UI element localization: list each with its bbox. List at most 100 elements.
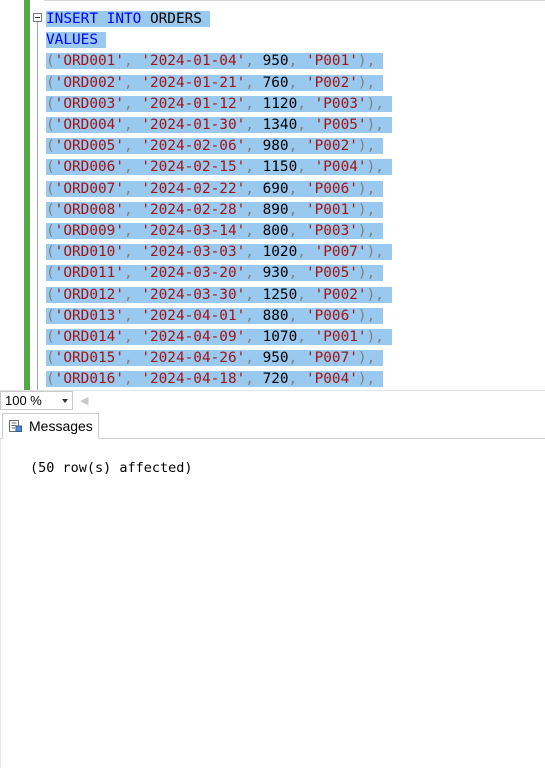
order-id-literal: 'ORD006' [54, 159, 124, 176]
order-date-literal: '2024-01-21' [141, 74, 246, 91]
product-id-literal: 'P001' [305, 53, 358, 70]
comma: , [123, 371, 142, 388]
selected-text: ('ORD003', '2024-01-12', 1120, 'P003'), [46, 95, 392, 112]
product-id-literal: 'P003' [305, 223, 358, 239]
tab-messages[interactable]: Messages [2, 413, 99, 439]
close-paren: ), [366, 159, 384, 176]
order-id-literal: 'ORD013' [54, 307, 124, 324]
code-line[interactable]: ('ORD004', '2024-01-30', 1340, 'P005'), [46, 115, 392, 136]
comma: , [245, 95, 263, 112]
comma: , [288, 265, 306, 282]
code-line[interactable]: ('ORD007', '2024-02-22', 690, 'P006'), [46, 179, 384, 200]
sql-keyword: VALUES [46, 32, 98, 49]
product-id-literal: 'P006' [305, 180, 358, 197]
order-date-literal: '2024-02-22' [141, 180, 246, 197]
comma: , [123, 244, 142, 261]
table-name: ORDERS [149, 11, 202, 27]
open-paren: ( [46, 307, 55, 324]
comma: , [288, 307, 306, 324]
code-line[interactable]: ('ORD010', '2024-03-03', 1020, 'P007'), [46, 242, 392, 263]
amount-literal: 1250 [262, 286, 298, 303]
zoom-dropdown[interactable]: 100 % [0, 391, 73, 410]
comma: , [245, 350, 263, 367]
close-paren: ), [357, 307, 376, 324]
results-left-border [0, 439, 1, 768]
amount-literal: 880 [262, 307, 289, 324]
selected-text: ('ORD012', '2024-03-30', 1250, 'P002'), [46, 286, 392, 303]
close-paren: ), [357, 138, 376, 155]
order-date-literal: '2024-03-03' [141, 244, 246, 261]
order-id-literal: 'ORD010' [54, 244, 124, 261]
code-line[interactable]: ('ORD014', '2024-04-09', 1070, 'P001'), [46, 327, 392, 348]
open-paren: ( [46, 117, 55, 133]
code-line[interactable]: ('ORD008', '2024-02-28', 890, 'P001'), [46, 200, 384, 221]
code-line[interactable]: ('ORD013', '2024-04-01', 880, 'P006'), [46, 306, 384, 327]
close-paren: ), [357, 371, 376, 388]
comma: , [123, 74, 142, 91]
product-id-literal: 'P001' [314, 329, 367, 345]
comma: , [297, 95, 315, 112]
open-paren: ( [46, 350, 55, 367]
close-paren: ), [357, 180, 376, 197]
open-paren: ( [46, 138, 55, 155]
comma: , [123, 265, 142, 282]
comma: , [297, 244, 315, 261]
comma: , [123, 180, 142, 197]
order-id-literal: 'ORD001' [54, 53, 124, 70]
sql-keyword: INSERT [46, 11, 98, 27]
amount-literal: 1150 [262, 159, 298, 176]
collapse-region-icon[interactable] [33, 13, 42, 22]
open-paren: ( [46, 95, 55, 112]
selected-text: ('ORD010', '2024-03-03', 1020, 'P007'), [46, 244, 392, 261]
close-paren: ), [357, 74, 376, 91]
product-id-literal: 'P004' [314, 159, 367, 176]
code-line[interactable]: ('ORD009', '2024-03-14', 800, 'P003'), [46, 221, 384, 242]
amount-literal: 720 [262, 371, 289, 388]
amount-literal: 800 [262, 223, 289, 239]
amount-literal: 890 [262, 201, 289, 218]
product-id-literal: 'P001' [305, 201, 358, 218]
code-line[interactable]: ('ORD005', '2024-02-06', 980, 'P002'), [46, 136, 384, 157]
comma: , [245, 159, 263, 176]
query-editor[interactable]: INSERT INTO ORDERS VALUES ('ORD001', '2024… [0, 0, 545, 390]
amount-literal: 760 [262, 74, 289, 91]
code-line[interactable]: ('ORD016', '2024-04-18', 720, 'P004'), [46, 369, 384, 390]
order-date-literal: '2024-01-12' [141, 95, 246, 112]
code-line[interactable]: ('ORD001', '2024-01-04', 950, 'P001'), [46, 51, 384, 72]
code-line[interactable]: ('ORD015', '2024-04-26', 950, 'P007'), [46, 348, 384, 369]
selected-text: ('ORD004', '2024-01-30', 1340, 'P005'), [46, 117, 392, 133]
close-paren: ), [366, 286, 384, 303]
order-id-literal: 'ORD007' [54, 180, 124, 197]
order-id-literal: 'ORD011' [54, 265, 124, 282]
product-id-literal: 'P004' [305, 371, 358, 388]
editor-top-border [0, 0, 545, 1]
sql-keyword: INTO [106, 11, 142, 27]
code-line[interactable]: ('ORD003', '2024-01-12', 1120, 'P003'), [46, 94, 392, 115]
order-id-literal: 'ORD005' [54, 138, 124, 155]
code-line[interactable]: ('ORD002', '2024-01-21', 760, 'P002'), [46, 73, 384, 94]
code-line[interactable]: ('ORD012', '2024-03-30', 1250, 'P002'), [46, 285, 392, 306]
amount-literal: 1020 [262, 244, 298, 261]
selected-text: ('ORD015', '2024-04-26', 950, 'P007'), [46, 350, 384, 367]
scroll-left-icon[interactable]: ◀ [80, 394, 88, 407]
order-date-literal: '2024-04-09' [141, 329, 246, 345]
product-id-literal: 'P006' [305, 307, 358, 324]
code-line[interactable]: VALUES [46, 30, 106, 51]
product-id-literal: 'P002' [305, 74, 358, 91]
comma: , [123, 159, 142, 176]
comma: , [123, 201, 142, 218]
rows-affected-message: (50 row(s) affected) [30, 460, 193, 476]
order-date-literal: '2024-04-01' [141, 307, 246, 324]
comma: , [288, 180, 306, 197]
code-line[interactable]: ('ORD006', '2024-02-15', 1150, 'P004'), [46, 157, 392, 178]
close-paren: ), [357, 201, 376, 218]
comma: , [245, 371, 263, 388]
order-date-literal: '2024-02-15' [141, 159, 246, 176]
code-line[interactable]: INSERT INTO ORDERS [46, 9, 210, 30]
code-line[interactable]: ('ORD011', '2024-03-20', 930, 'P005'), [46, 263, 384, 284]
editor-status-strip: 100 % ◀ [0, 390, 545, 410]
amount-literal: 950 [262, 350, 289, 367]
order-id-literal: 'ORD002' [54, 74, 124, 91]
product-id-literal: 'P003' [314, 95, 367, 112]
